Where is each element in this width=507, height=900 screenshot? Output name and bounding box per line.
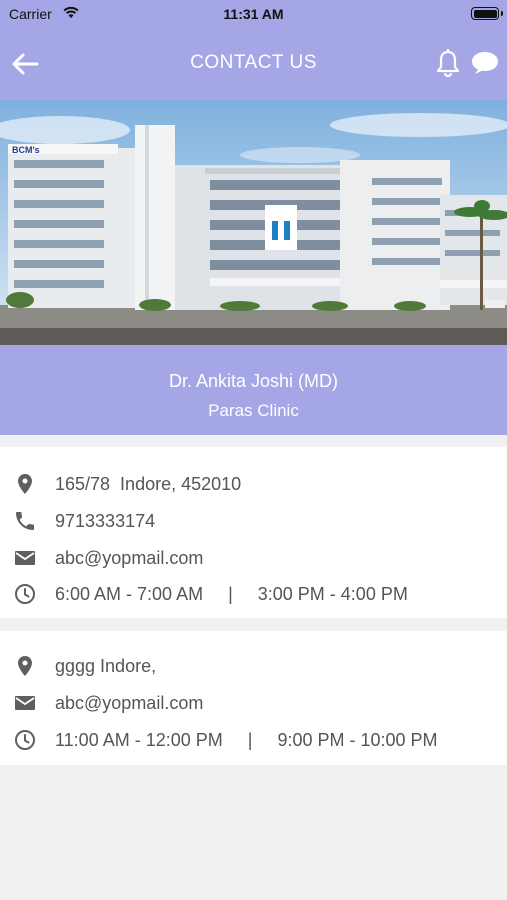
hours-text: 6:00 AM - 7:00 AM | 3:00 PM - 4:00 PM: [55, 584, 408, 604]
address-text: gggg Indore,: [55, 656, 157, 676]
battery-icon: [471, 7, 503, 20]
chat-icon[interactable]: [470, 50, 500, 76]
clock: 11:31 AM: [223, 6, 284, 22]
mail-icon: [15, 551, 35, 565]
svg-text:BCM's: BCM's: [12, 145, 40, 155]
phone-icon: [16, 512, 34, 530]
hours-text: 11:00 AM - 12:00 PM | 9:00 PM - 10:00 PM: [55, 730, 438, 750]
hours-row: 11:00 AM - 12:00 PM | 9:00 PM - 10:00 PM: [0, 725, 507, 755]
doctor-name: Dr. Ankita Joshi (MD): [168, 371, 339, 391]
phone-text[interactable]: 9713333174: [55, 511, 155, 532]
mail-icon: [15, 696, 35, 710]
clock-icon: [15, 730, 35, 750]
location-card: 165/78 Indore, 452010 9713333174 abc@yop…: [0, 447, 507, 618]
navigation-bar: CONTACT US: [0, 28, 507, 100]
clock-icon: [15, 584, 35, 604]
hospital-building-image: BCM's: [0, 100, 507, 345]
hours-row: 6:00 AM - 7:00 AM | 3:00 PM - 4:00 PM: [0, 579, 507, 609]
email-text[interactable]: abc@yopmail.com: [55, 693, 203, 714]
bell-icon[interactable]: [435, 48, 461, 78]
location-card: gggg Indore, abc@yopmail.com 11:00 AM - …: [0, 631, 507, 765]
email-text[interactable]: abc@yopmail.com: [55, 548, 203, 569]
address-row: 165/78 Indore, 452010: [0, 469, 507, 499]
location-pin-icon: [18, 656, 32, 676]
address-row: gggg Indore,: [0, 651, 507, 681]
doctor-info-panel: Dr. Ankita Joshi (MD) Paras Clinic: [0, 345, 507, 435]
location-pin-icon: [18, 474, 32, 494]
email-row[interactable]: abc@yopmail.com: [0, 688, 507, 718]
clinic-name: Paras Clinic: [208, 401, 299, 420]
email-row[interactable]: abc@yopmail.com: [0, 543, 507, 573]
page-title: CONTACT US: [190, 52, 317, 73]
status-bar: Carrier 11:31 AM: [0, 0, 507, 28]
address-text: 165/78 Indore, 452010: [55, 474, 242, 494]
phone-row[interactable]: 9713333174: [0, 506, 507, 536]
